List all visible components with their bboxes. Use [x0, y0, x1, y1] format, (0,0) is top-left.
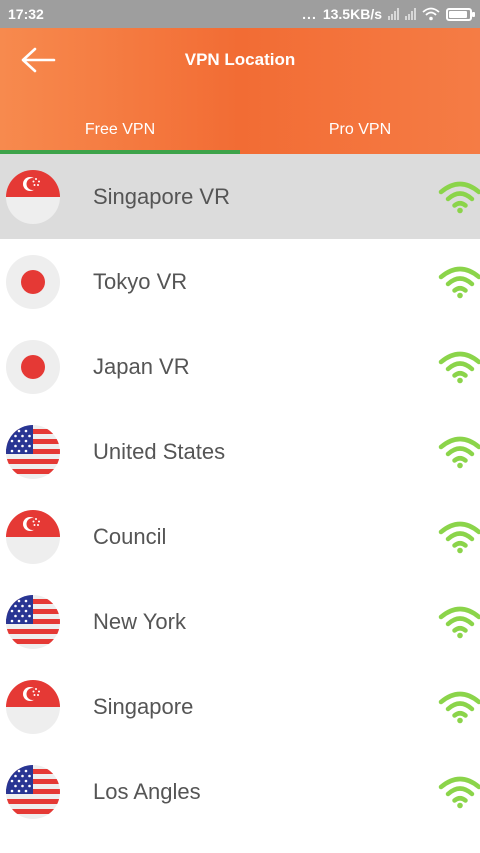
usa-flag-icon [6, 594, 60, 649]
singapore-flag-icon [6, 169, 60, 224]
status-indicators: ... 13.5KB/s [302, 6, 475, 22]
location-row[interactable]: Tokyo VR [0, 239, 480, 324]
wifi-signal-icon [438, 435, 480, 469]
wifi-signal-icon [438, 775, 480, 809]
app-header: VPN Location Free VPN Pro VPN [0, 28, 480, 154]
japan-flag-icon [6, 339, 60, 394]
status-time: 17:32 [8, 6, 44, 22]
usa-flag-icon [6, 424, 60, 479]
page-title: VPN Location [184, 50, 296, 69]
status-bar: 17:32 ... 13.5KB/s [0, 0, 480, 28]
tab-free-vpn[interactable]: Free VPN [0, 106, 240, 154]
location-row[interactable]: Council [0, 494, 480, 579]
location-row[interactable]: Japan VR [0, 324, 480, 409]
wifi-signal-icon [438, 180, 480, 214]
tab-bar: Free VPN Pro VPN [0, 106, 480, 154]
wifi-signal-icon [438, 605, 480, 639]
signal-icon [388, 8, 399, 20]
wifi-signal-icon [438, 265, 480, 299]
singapore-flag-icon [6, 509, 60, 564]
location-row[interactable]: Singapore [0, 664, 480, 749]
tab-pro-vpn[interactable]: Pro VPN [240, 106, 480, 154]
location-name: United States [93, 438, 226, 464]
network-speed: 13.5KB/s [322, 6, 382, 22]
location-row[interactable]: United States [0, 409, 480, 494]
usa-flag-icon [6, 764, 60, 819]
singapore-flag-icon [6, 679, 60, 734]
location-name: Council [93, 523, 167, 549]
battery-icon [446, 7, 475, 21]
location-row[interactable]: New York [0, 579, 480, 664]
japan-flag-icon [6, 254, 60, 309]
wifi-status-icon [422, 7, 440, 21]
location-list: Singapore VR Tokyo VR Japan VR United State… [0, 154, 480, 834]
wifi-signal-icon [438, 690, 480, 724]
signal-icon [405, 8, 416, 20]
notification-dots: ... [302, 6, 317, 22]
location-row[interactable]: Singapore VR [0, 154, 480, 239]
location-name: Tokyo VR [93, 268, 188, 294]
location-name: Los Angles [93, 778, 201, 804]
location-name: Japan VR [93, 353, 190, 379]
location-name: Singapore [93, 693, 194, 719]
wifi-signal-icon [438, 350, 480, 384]
location-name: New York [93, 608, 186, 634]
location-row[interactable]: Los Angles [0, 749, 480, 834]
wifi-signal-icon [438, 520, 480, 554]
location-name: Singapore VR [93, 183, 230, 209]
